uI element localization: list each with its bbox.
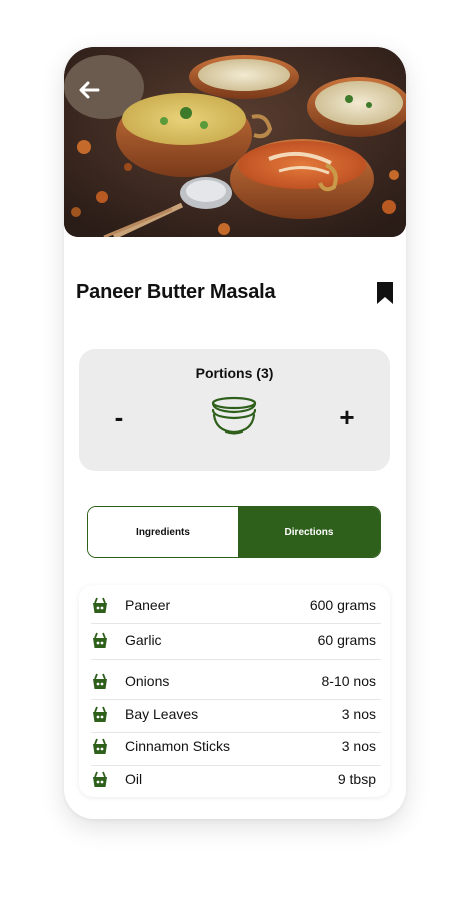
ingredient-quantity: 8-10 nos [321, 673, 376, 689]
phone-screen: Paneer Butter Masala Portions (3) - + In… [64, 47, 406, 819]
tab-directions[interactable]: Directions [238, 507, 380, 557]
recipe-title: Paneer Butter Masala [76, 281, 276, 303]
ingredient-quantity: 60 grams [317, 632, 376, 648]
grocery-basket-icon [93, 771, 107, 787]
grocery-basket-icon [93, 597, 107, 613]
ingredient-quantity: 3 nos [341, 738, 376, 754]
list-item: Paneer 600 grams [79, 589, 390, 621]
grocery-basket-icon [93, 632, 107, 648]
grocery-basket-icon [93, 673, 107, 689]
list-item: Garlic 60 grams [79, 624, 390, 656]
list-item: Cinnamon Sticks 3 nos [79, 730, 390, 762]
ingredients-list: Paneer 600 grams Garlic 60 grams Onions … [79, 585, 390, 797]
ingredients-directions-tabs: Ingredients Directions [87, 506, 381, 558]
tab-ingredients[interactable]: Ingredients [88, 507, 238, 557]
decrease-portions-button[interactable]: - [109, 399, 129, 435]
list-item: Onions 8-10 nos [79, 665, 390, 697]
list-item: Oil 9 tbsp [79, 763, 390, 795]
grocery-basket-icon [93, 706, 107, 722]
ingredient-name: Cinnamon Sticks [125, 738, 231, 754]
bowl-icon [211, 396, 257, 435]
ingredient-name: Paneer [125, 597, 171, 613]
ingredient-name: Oil [125, 771, 143, 787]
back-arrow-icon [79, 81, 100, 99]
list-item: Bay Leaves 3 nos [79, 698, 390, 730]
recipe-hero-image [64, 47, 406, 237]
ingredient-name: Garlic [125, 632, 162, 648]
back-button[interactable] [76, 77, 102, 103]
ingredient-quantity: 3 nos [341, 706, 376, 722]
increase-portions-button[interactable]: + [335, 399, 359, 435]
ingredient-quantity: 9 tbsp [337, 771, 376, 787]
divider [91, 659, 381, 660]
grocery-basket-icon [93, 738, 107, 754]
portions-label: Portions (3) [195, 365, 274, 381]
portions-card: Portions (3) - + [79, 349, 390, 471]
recipe-title-row: Paneer Butter Masala [76, 279, 394, 309]
ingredient-quantity: 600 grams [309, 597, 376, 613]
bookmark-button[interactable] [376, 281, 394, 305]
ingredient-name: Bay Leaves [125, 706, 199, 722]
ingredient-name: Onions [125, 673, 170, 689]
bookmark-icon [377, 282, 393, 304]
